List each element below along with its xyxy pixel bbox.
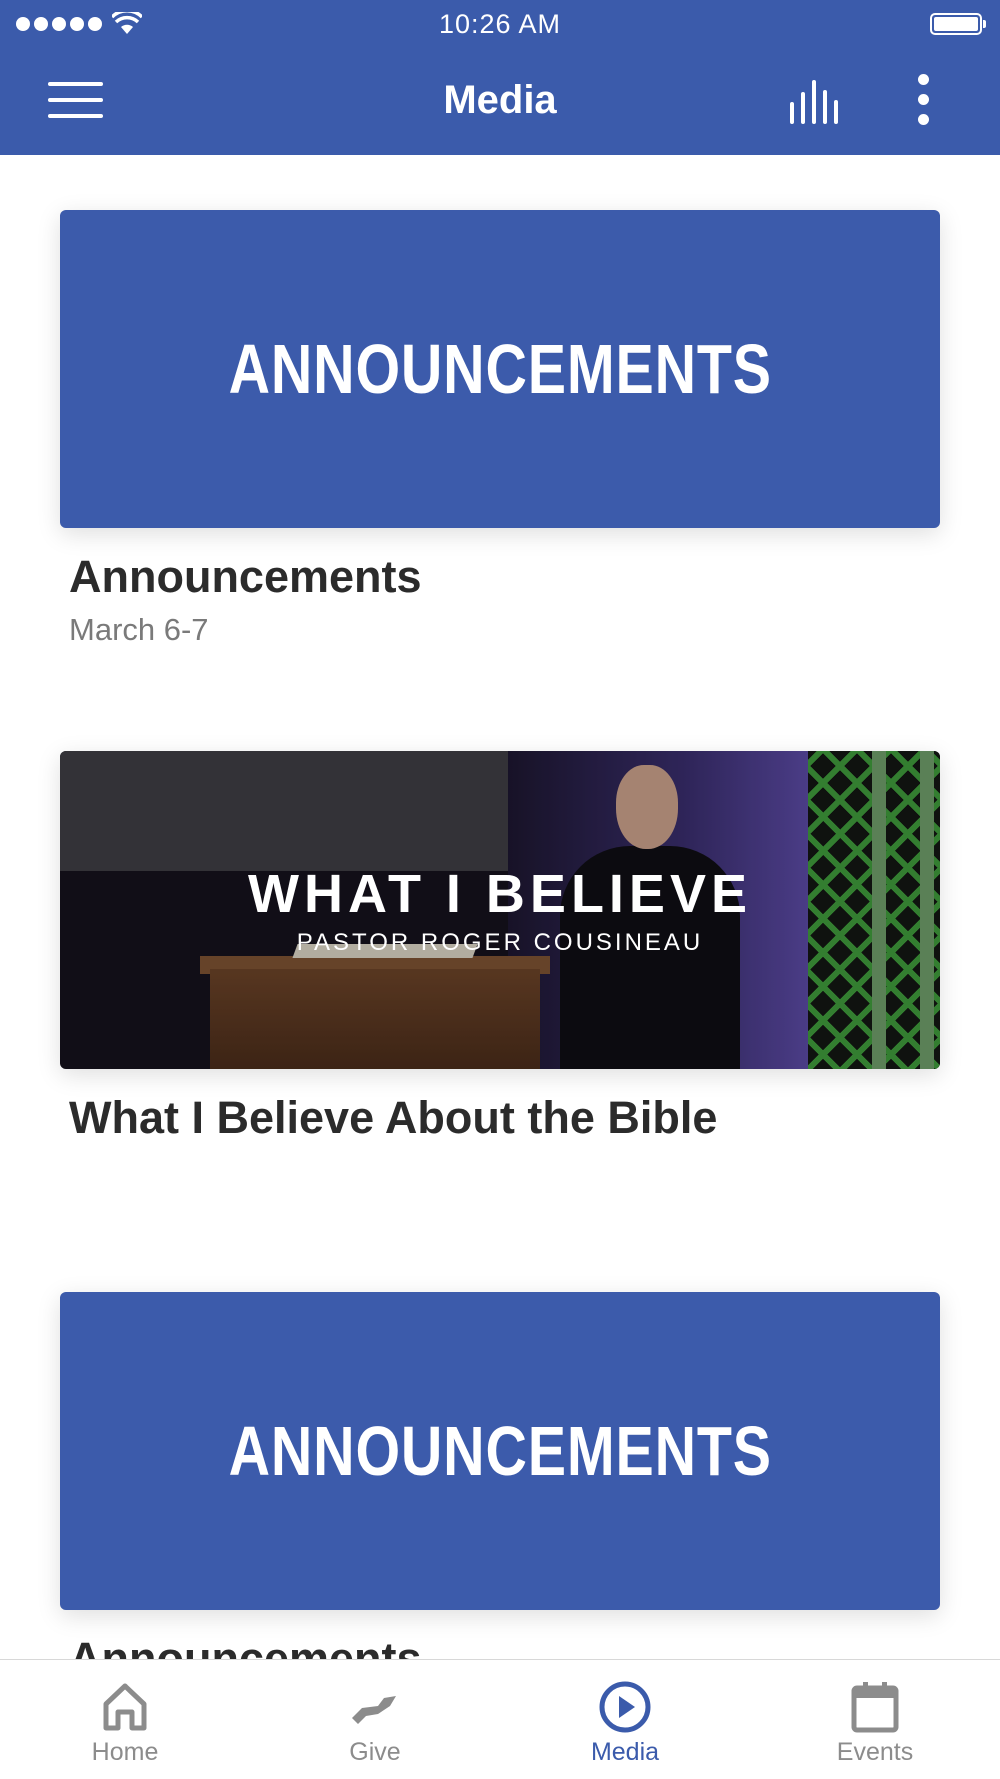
- media-thumbnail: WHAT I BELIEVE PASTOR ROGER COUSINEAU: [60, 751, 940, 1069]
- play-circle-icon: [599, 1681, 651, 1733]
- tab-label: Home: [91, 1738, 159, 1766]
- media-card[interactable]: ANNOUNCEMENTS Announcements March 6-7: [60, 210, 940, 648]
- status-time: 10:26 AM: [438, 9, 562, 39]
- home-icon: [103, 1683, 147, 1731]
- tab-label: Events: [836, 1738, 914, 1766]
- media-subtitle: March 6-7: [69, 611, 209, 647]
- media-title: Announcements: [69, 1633, 422, 1659]
- thumbnail-text: ANNOUNCEMENTS: [228, 330, 772, 408]
- tab-label: Give: [349, 1738, 401, 1766]
- equalizer-icon: [790, 80, 838, 124]
- give-hand-icon: [352, 1696, 396, 1724]
- thumbnail-text: ANNOUNCEMENTS: [228, 1412, 772, 1490]
- thumbnail-subtitle: PASTOR ROGER COUSINEAU: [296, 929, 704, 956]
- tab-media[interactable]: Media: [500, 1660, 750, 1779]
- battery-icon: [930, 13, 986, 35]
- media-thumbnail: ANNOUNCEMENTS: [60, 1292, 940, 1610]
- tab-give[interactable]: Give: [250, 1660, 500, 1779]
- thumbnail-title: WHAT I BELIEVE: [247, 864, 752, 924]
- media-thumbnail: ANNOUNCEMENTS: [60, 210, 940, 528]
- page-title: Media: [443, 78, 557, 122]
- tab-events[interactable]: Events: [750, 1660, 1000, 1779]
- bottom-tab-bar: Home Give Media Events: [0, 1659, 1000, 1779]
- app-bar: Media: [0, 48, 1000, 155]
- tab-label: Media: [590, 1738, 660, 1766]
- media-title: Announcements: [69, 551, 422, 602]
- media-list: ANNOUNCEMENTS Announcements March 6-7 WH…: [0, 155, 1000, 1659]
- media-card[interactable]: WHAT I BELIEVE PASTOR ROGER COUSINEAU Wh…: [60, 751, 940, 1143]
- more-options-button[interactable]: [910, 74, 938, 130]
- media-title: What I Believe About the Bible: [69, 1092, 718, 1143]
- status-bar: 10:26 AM: [0, 0, 1000, 48]
- media-card[interactable]: ANNOUNCEMENTS Announcements: [60, 1292, 940, 1659]
- tab-home[interactable]: Home: [0, 1660, 250, 1779]
- audio-levels-button[interactable]: [788, 80, 846, 124]
- calendar-icon: [851, 1682, 899, 1733]
